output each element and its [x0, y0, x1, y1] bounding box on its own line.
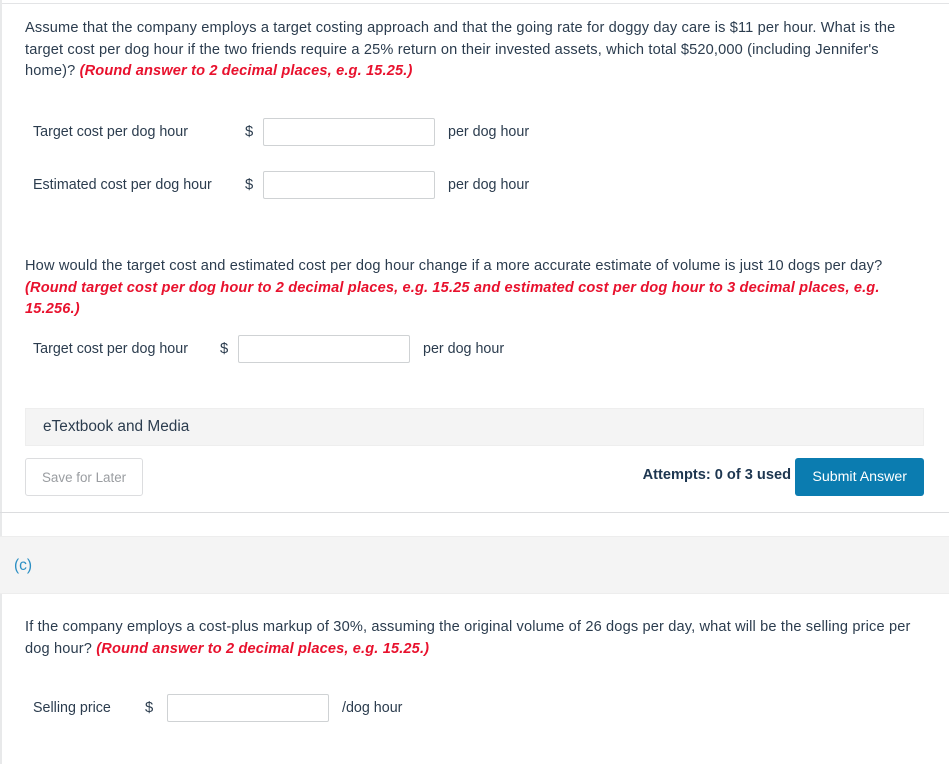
part-divider — [0, 512, 949, 513]
target-cost-per-dog-hour-input[interactable] — [263, 118, 435, 146]
top-divider — [0, 3, 949, 4]
question-2-text: How would the target cost and estimated … — [25, 256, 923, 321]
question-2-prompt: How would the target cost and estimated … — [25, 258, 883, 274]
target-cost-per-dog-hour-revised-input[interactable] — [238, 335, 410, 363]
answer-label-target-cost-2: Target cost per dog hour — [33, 341, 188, 357]
estimated-cost-per-dog-hour-input[interactable] — [263, 171, 435, 199]
question-2-block: How would the target cost and estimated … — [25, 256, 923, 321]
answer-label-estimated-cost: Estimated cost per dog hour — [33, 177, 212, 193]
question-1-hint: (Round answer to 2 decimal places, e.g. … — [79, 63, 413, 79]
currency-symbol: $ — [220, 341, 229, 357]
action-row: Save for Later Attempts: 0 of 3 used Sub… — [25, 458, 924, 496]
answer-suffix-estimated-cost: per dog hour — [448, 177, 530, 193]
currency-symbol: $ — [245, 177, 254, 193]
part-c-question-text: If the company employs a cost-plus marku… — [25, 617, 923, 660]
answer-row-target-cost: Target cost per dog hour $ per dog hour — [33, 117, 529, 147]
question-1-text: Assume that the company employs a target… — [25, 18, 923, 83]
save-for-later-button[interactable]: Save for Later — [25, 458, 144, 496]
answer-suffix-selling-price: /dog hour — [342, 700, 403, 716]
part-c-header-band — [0, 536, 949, 594]
selling-price-input[interactable] — [167, 694, 329, 722]
answer-row-selling-price: Selling price $ /dog hour — [33, 693, 402, 723]
attempts-status: Attempts: 0 of 3 used — [642, 467, 791, 483]
answer-row-target-cost-2: Target cost per dog hour $ per dog hour — [33, 334, 504, 364]
etextbook-and-media-bar[interactable]: eTextbook and Media — [25, 408, 924, 446]
answer-row-estimated-cost: Estimated cost per dog hour $ per dog ho… — [33, 170, 529, 200]
submit-answer-button[interactable]: Submit Answer — [795, 458, 924, 496]
currency-symbol: $ — [245, 124, 254, 140]
etextbook-and-media-label: eTextbook and Media — [43, 418, 190, 435]
answer-label-selling-price: Selling price — [33, 700, 111, 716]
part-c-question-hint: (Round answer to 2 decimal places, e.g. … — [96, 640, 430, 657]
answer-label-target-cost: Target cost per dog hour — [33, 124, 188, 140]
question-2-hint: (Round target cost per dog hour to 2 dec… — [25, 279, 880, 318]
left-border — [0, 0, 2, 764]
part-c-question-block: If the company employs a cost-plus marku… — [25, 617, 923, 660]
exercise-page: Assume that the company employs a target… — [0, 0, 949, 764]
currency-symbol: $ — [145, 700, 154, 716]
answer-suffix-target-cost-2: per dog hour — [423, 341, 505, 357]
answer-suffix-target-cost: per dog hour — [448, 124, 530, 140]
part-c-letter: (c) — [14, 557, 33, 574]
question-1-block: Assume that the company employs a target… — [25, 18, 923, 83]
